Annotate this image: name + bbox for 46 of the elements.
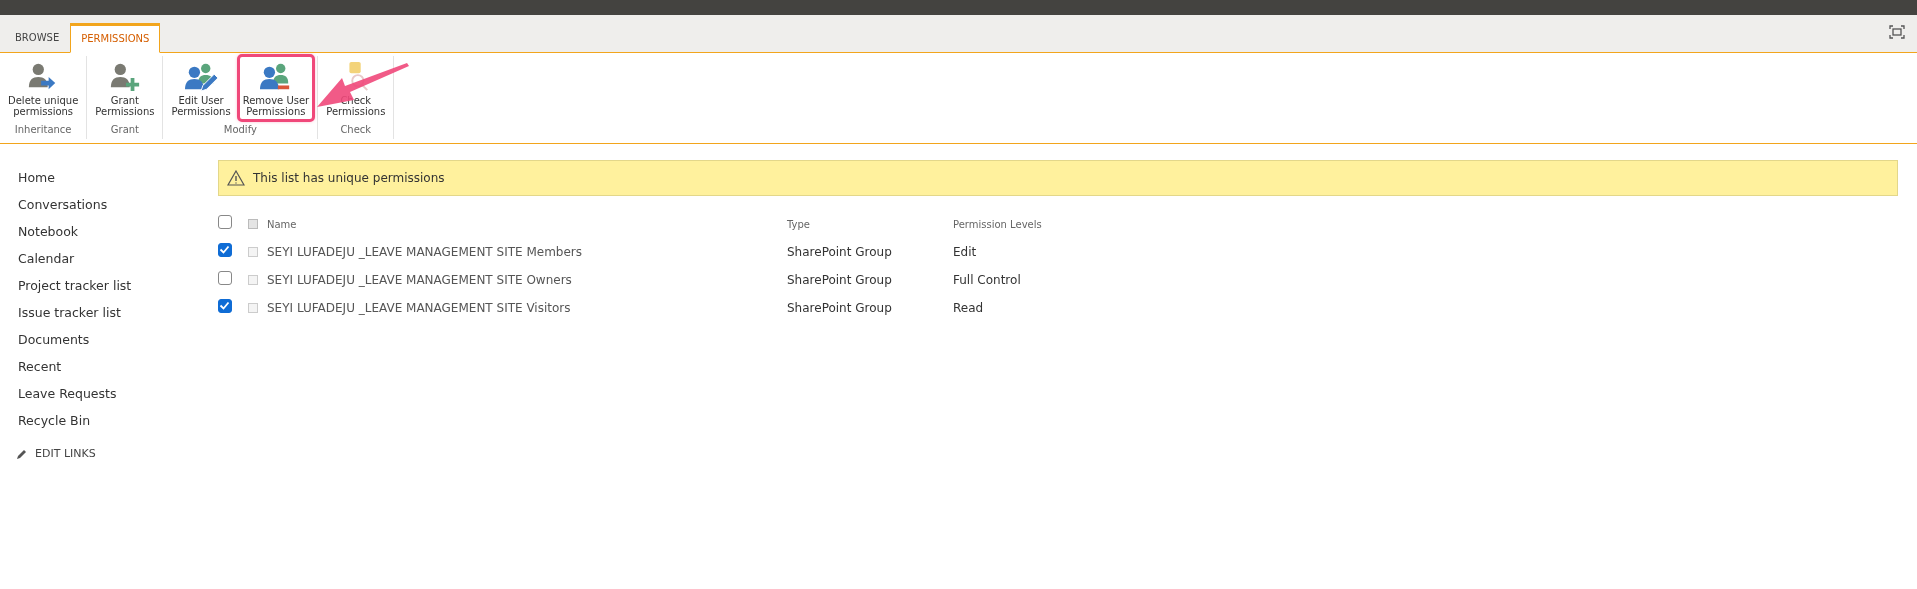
column-header: Permission Levels [953, 217, 1042, 232]
group-label: Modify [223, 123, 257, 137]
nav-link[interactable]: Calendar [0, 245, 218, 272]
group-label: Grant [110, 123, 140, 137]
column-header: Name [267, 217, 298, 232]
table-cell-text: SEYI LUFADEJU _LEAVE MANAGEMENT SITE Visitors [267, 300, 572, 317]
table-cell-text: SharePoint Group [787, 272, 893, 289]
users-pencil-icon [184, 61, 219, 93]
nav-link[interactable]: Home [0, 164, 218, 191]
nav-link[interactable]: Documents [0, 326, 218, 353]
fullscreen-icon[interactable] [1889, 25, 1905, 39]
column-header: Type [787, 217, 811, 232]
ribbon-button[interactable]: Grant Permissions [91, 56, 159, 120]
row-checkbox[interactable] [218, 299, 232, 313]
nav-link[interactable]: Recent [0, 353, 218, 380]
group-label: Inheritance [14, 123, 72, 137]
table-cell-text: SharePoint Group [787, 244, 893, 261]
ribbon-button[interactable]: Delete unique permissions [4, 56, 83, 120]
table-cell-text: Full Control [953, 272, 1021, 289]
checkbox[interactable] [248, 275, 258, 285]
table-cell-text: Read [953, 300, 984, 317]
select-all-checkbox[interactable] [218, 215, 232, 229]
checkbox[interactable] [248, 303, 258, 313]
row-checkbox[interactable] [218, 243, 232, 257]
notice-text: This list has unique permissions [253, 170, 445, 187]
group-label: Check [340, 123, 372, 137]
ribbon-button[interactable]: Edit User Permissions [167, 56, 235, 120]
table-cell-text: SEYI LUFADEJU _LEAVE MANAGEMENT SITE Owners [267, 272, 573, 289]
edit-links-link[interactable]: EDIT LINKS [35, 446, 96, 463]
row-checkbox[interactable] [218, 271, 232, 285]
pencil-icon [16, 448, 27, 460]
nav-link[interactable]: Project tracker list [0, 272, 218, 299]
nav-link[interactable]: Leave Requests [0, 380, 218, 407]
table-cell-text: SEYI LUFADEJU _LEAVE MANAGEMENT SITE Members [267, 244, 583, 261]
ribbon-tab[interactable]: BROWSE [4, 22, 71, 52]
table-cell-text: SharePoint Group [787, 300, 893, 317]
nav-link[interactable]: Conversations [0, 191, 218, 218]
nav-link[interactable]: Issue tracker list [0, 299, 218, 326]
ribbon-button[interactable]: Remove User Permissions [238, 56, 314, 120]
table-cell-text: Edit [953, 244, 977, 261]
nav-link[interactable]: Notebook [0, 218, 218, 245]
warning-icon [227, 170, 245, 186]
checkbox[interactable] [248, 247, 258, 257]
nav-link[interactable]: Recycle Bin [0, 407, 218, 434]
ribbon-tab[interactable]: PERMISSIONS [70, 23, 161, 53]
ribbon-button[interactable]: Check Permissions [322, 56, 390, 120]
